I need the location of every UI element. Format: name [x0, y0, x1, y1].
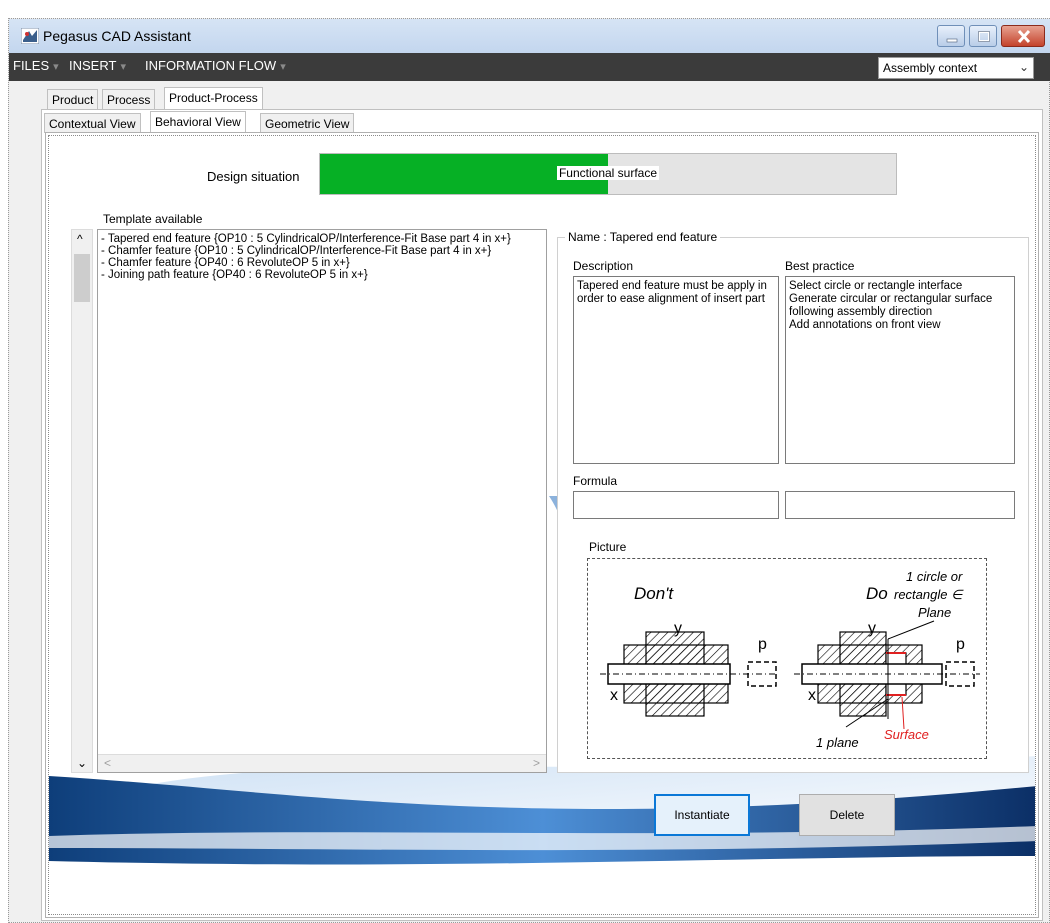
tab-contextual-view[interactable]: Contextual View	[44, 113, 141, 133]
list-item[interactable]: - Joining path feature {OP40 : 6 Revolut…	[101, 269, 368, 281]
dont-p-label: p	[758, 636, 767, 653]
list-item[interactable]: - Tapered end feature {OP10 : 5 Cylindri…	[101, 233, 511, 245]
tab-process-label: Process	[107, 93, 151, 107]
instantiate-button[interactable]: Instantiate	[654, 794, 750, 836]
menu-files-label: FILES	[13, 58, 50, 73]
do-note-line3: Plane	[918, 605, 951, 620]
close-icon	[1017, 29, 1031, 44]
app-window: Pegasus CAD Assistant FILES ▾ INSERT ▾ INF…	[8, 18, 1050, 923]
context-select-value: Assembly context	[883, 61, 978, 75]
template-available-label: Template available	[103, 212, 203, 226]
template-horizontal-scrollbar[interactable]: < >	[98, 754, 546, 772]
do-note-line1: 1 circle or	[906, 569, 963, 584]
tab-product[interactable]: Product	[47, 89, 99, 109]
menu-information-flow-label: INFORMATION FLOW	[145, 58, 277, 73]
minimize-icon	[946, 38, 958, 43]
tab-contextual-view-label: Contextual View	[49, 117, 136, 131]
surface-label: Surface	[884, 727, 929, 742]
picture-box: Don't y p x Do 1 circle or rectangle ∈ P…	[587, 558, 987, 759]
template-list[interactable]: - Tapered end feature {OP10 : 5 Cylindri…	[97, 229, 547, 773]
do-y-label: y	[868, 620, 876, 637]
window-title: Pegasus CAD Assistant	[43, 28, 191, 44]
dont-label: Don't	[634, 584, 674, 603]
formula-label: Formula	[573, 474, 618, 488]
best-practice-line: Add annotations on front view	[789, 319, 941, 331]
best-practice-line: Select circle or rectangle interface	[789, 280, 963, 292]
design-situation-progress: Functional surface	[319, 153, 897, 195]
menu-information-flow[interactable]: INFORMATION FLOW ▾	[145, 58, 286, 73]
progress-text: Functional surface	[556, 166, 660, 180]
scroll-down-icon[interactable]: ⌄	[77, 756, 87, 770]
scroll-thumb[interactable]	[74, 254, 90, 302]
tab-product-process[interactable]: Product-Process	[164, 87, 263, 109]
menu-insert-label: INSERT	[69, 58, 117, 73]
do-p-label: p	[956, 636, 965, 653]
design-situation-label: Design situation	[207, 169, 300, 184]
progress-text-wrap: Functional surface	[320, 166, 896, 180]
minimize-button[interactable]	[937, 25, 965, 47]
description-label: Description	[573, 259, 634, 273]
maximize-button[interactable]	[969, 25, 997, 47]
context-select[interactable]: Assembly context ⌄	[878, 57, 1034, 79]
best-practice-textbox[interactable]: Select circle or rectangle interface Gen…	[785, 276, 1015, 464]
best-practice-label: Best practice	[785, 259, 855, 273]
scroll-right-icon[interactable]: >	[533, 756, 540, 770]
tapered-end-diagram: Don't y p x Do 1 circle or rectangle ∈ P…	[600, 569, 980, 750]
dont-diagram	[600, 631, 778, 717]
feature-name-label: Name : Tapered end feature	[565, 230, 721, 244]
best-practice-line: Generate circular or rectangular surface…	[789, 293, 993, 318]
menu-insert[interactable]: INSERT ▾	[69, 58, 126, 73]
title-bar[interactable]: Pegasus CAD Assistant	[9, 19, 1050, 53]
maximize-icon	[978, 31, 990, 42]
dont-x-label: x	[610, 687, 618, 704]
chevron-down-icon: ▾	[53, 61, 59, 73]
delete-button[interactable]: Delete	[799, 794, 895, 836]
formula-field-1[interactable]	[573, 491, 779, 519]
description-textbox[interactable]: Tapered end feature must be apply in ord…	[573, 276, 779, 464]
tab-behavioral-view[interactable]: Behavioral View	[150, 111, 246, 133]
list-item[interactable]: - Chamfer feature {OP40 : 6 RevoluteOP 5…	[101, 257, 350, 269]
chevron-down-icon: ⌄	[1018, 60, 1029, 74]
tab-geometric-view[interactable]: Geometric View	[260, 113, 355, 133]
chevron-down-icon: ▾	[280, 61, 286, 73]
do-diagram	[794, 620, 980, 730]
template-vertical-scrollbar[interactable]: ^ ⌄	[71, 229, 93, 773]
chevron-down-icon: ▾	[120, 61, 126, 73]
menu-files[interactable]: FILES ▾	[13, 58, 59, 73]
scroll-up-icon[interactable]: ^	[77, 232, 83, 246]
do-note-line2: rectangle ∈	[894, 587, 964, 602]
app-logo-icon	[21, 28, 39, 44]
picture-label: Picture	[589, 540, 627, 554]
dont-y-label: y	[674, 620, 682, 637]
tab-geometric-view-label: Geometric View	[265, 117, 350, 131]
tab-product-label: Product	[52, 93, 94, 107]
tab-behavioral-view-label: Behavioral View	[155, 115, 241, 129]
close-button[interactable]	[1001, 25, 1045, 47]
tab-process[interactable]: Process	[102, 89, 156, 109]
do-label: Do	[866, 584, 888, 603]
do-x-label: x	[808, 687, 816, 704]
tab-product-process-label: Product-Process	[169, 91, 258, 105]
plane-label: 1 plane	[816, 735, 859, 750]
scroll-left-icon[interactable]: <	[104, 756, 111, 770]
formula-field-2[interactable]	[785, 491, 1015, 519]
list-item[interactable]: - Chamfer feature {OP10 : 5 CylindricalO…	[101, 245, 491, 257]
